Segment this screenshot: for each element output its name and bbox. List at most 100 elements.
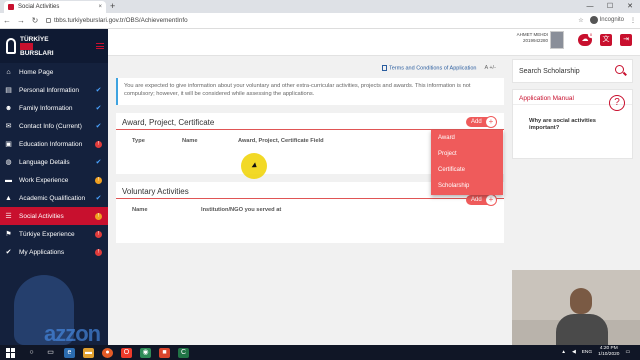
network-icon[interactable]: ▲	[561, 350, 566, 355]
reload-icon[interactable]: ↻	[28, 16, 42, 25]
completed-check-icon: ✔	[95, 194, 102, 202]
notification-badge: 0	[588, 32, 594, 38]
social-icon: ☰	[5, 213, 12, 220]
windows-taskbar: ○ ▭ e ▬ ● O ◉ ■ C ▲ ◀ ENG 4:20 PM 1/10/2…	[0, 345, 640, 360]
contact-icon: ✉	[5, 123, 12, 130]
sidebar-menu: ⌂ Home Page ▤ Personal Information ✔ ☻ Family …	[0, 63, 108, 261]
add-type-dropdown: Award Project Certificate Scholarship	[431, 130, 503, 195]
clock[interactable]: 4:20 PM 1/10/2020	[598, 346, 619, 358]
terms-link[interactable]: Terms and Conditions of Application	[382, 65, 476, 71]
sidebar: TÜRKİYE BURSLARI ⌂ Home Page ▤ Personal Inf…	[0, 29, 108, 345]
incomplete-status-icon: !	[95, 140, 102, 148]
maximize-button[interactable]: ☐	[600, 0, 620, 13]
sidebar-item-home-page[interactable]: ⌂ Home Page	[0, 63, 108, 81]
family-icon: ☻	[4, 104, 13, 112]
new-tab-button[interactable]: +	[110, 1, 115, 11]
sidebar-item-türkiye-experience[interactable]: ⚑ Türkiye Experience!	[0, 225, 108, 243]
font-size-control[interactable]: A +/-	[484, 65, 495, 71]
column-name: Name	[132, 207, 148, 213]
incomplete-status-icon: !	[95, 248, 102, 256]
windows-start-icon[interactable]	[6, 347, 16, 358]
user-info: AHMET MEHDI 2019942280	[517, 32, 548, 44]
completed-check-icon: ✔	[95, 158, 102, 166]
main-content: Terms and Conditions of Application A +/…	[108, 56, 512, 345]
url-text: tbbs.turkiyeburslari.gov.tr/OBS/Achievem…	[54, 17, 188, 24]
chrome-icon[interactable]: ◉	[140, 347, 151, 358]
incomplete-status-icon: !	[95, 230, 102, 238]
sidebar-item-academic-qualification[interactable]: ▲ Academic Qualification ✔	[0, 189, 108, 207]
logout-icon[interactable]: ⇥	[620, 34, 632, 46]
mouse-pointer-icon	[251, 162, 259, 170]
language-indicator[interactable]: ENG	[582, 350, 592, 355]
sidebar-item-my-applications[interactable]: ✔ My Applications!	[0, 243, 108, 261]
sidebar-item-work-experience[interactable]: ▬ Work Experience!	[0, 171, 108, 189]
minimize-button[interactable]: —	[580, 0, 600, 13]
sidebar-item-label: Social Activities	[19, 212, 64, 220]
logo-line1: TÜRKİYE	[20, 35, 49, 43]
plus-icon: +	[485, 194, 497, 206]
search-icon[interactable]	[615, 65, 624, 74]
sidebar-item-label: Academic Qualification	[19, 194, 86, 202]
turkey-flag-icon: ⚑	[5, 231, 12, 238]
opera-icon[interactable]: O	[121, 347, 132, 358]
sidebar-item-label: Family Information	[19, 104, 73, 112]
column-type: Type	[132, 138, 145, 144]
presenter-head	[570, 288, 592, 314]
dropdown-item-certificate[interactable]: Certificate	[431, 162, 503, 178]
sidebar-item-contact-info-current[interactable]: ✉ Contact Info (Current) ✔	[0, 117, 108, 135]
address-bar: ← → ↻ tbbs.turkiyeburslari.gov.tr/OBS/Ac…	[0, 13, 640, 29]
dropdown-item-award[interactable]: Award	[431, 130, 503, 146]
dropdown-item-project[interactable]: Project	[431, 146, 503, 162]
cloud-upload-icon[interactable]: ☁ 0	[578, 32, 594, 46]
right-panel: Search Scholarship Application Manual ? …	[512, 56, 640, 270]
logo-line2: BURSLARI	[20, 49, 54, 57]
language-icon[interactable]: 文	[600, 34, 612, 46]
incognito-indicator[interactable]: Incognito	[589, 16, 624, 24]
add-award-button[interactable]: Add +	[466, 116, 497, 128]
lock-icon	[46, 18, 51, 23]
dropdown-item-scholarship[interactable]: Scholarship	[431, 178, 503, 194]
cursor-highlight	[241, 153, 267, 179]
back-icon[interactable]: ←	[0, 16, 14, 25]
plus-icon: +	[485, 116, 497, 128]
sidebar-item-social-activities[interactable]: ☰ Social Activities!	[0, 207, 108, 225]
manual-question-link[interactable]: Why are social activities important?	[529, 118, 619, 132]
close-window-button[interactable]: ✕	[620, 0, 640, 13]
app-icon[interactable]: ■	[159, 347, 170, 358]
sidebar-item-personal-information[interactable]: ▤ Personal Information ✔	[0, 81, 108, 99]
sidebar-item-language-details[interactable]: ◍ Language Details ✔	[0, 153, 108, 171]
award-card-title: Award, Project, Certificate	[116, 113, 504, 130]
close-tab-icon[interactable]: ×	[98, 4, 102, 10]
star-icon[interactable]: ☆	[578, 17, 583, 24]
sidebar-item-education-information[interactable]: ▣ Education Information!	[0, 135, 108, 153]
url-field[interactable]: tbbs.turkiyeburslari.gov.tr/OBS/Achievem…	[46, 17, 188, 24]
task-view-icon[interactable]: ▭	[45, 348, 56, 358]
browser-tab[interactable]: Social Activities ×	[4, 1, 106, 13]
add-voluntary-button[interactable]: Add +	[466, 194, 497, 206]
browser-tab-bar: Social Activities × + — ☐ ✕	[0, 0, 640, 13]
emblem-icon	[6, 38, 16, 54]
more-menu-icon[interactable]: ⋮	[630, 17, 636, 24]
voluntary-table-header: Name Institution/NGO you served at	[116, 199, 504, 213]
shield-check-icon: ✔	[5, 249, 12, 256]
search-icon[interactable]: ○	[26, 348, 37, 358]
completed-check-icon: ✔	[95, 86, 102, 94]
home-icon: ⌂	[6, 68, 11, 76]
completed-check-icon: ✔	[95, 122, 102, 130]
hamburger-menu-icon[interactable]	[96, 43, 104, 49]
volume-icon[interactable]: ◀	[572, 350, 576, 355]
camtasia-icon[interactable]: C	[178, 347, 189, 358]
file-explorer-icon[interactable]: ▬	[83, 347, 94, 358]
edge-icon[interactable]: e	[64, 347, 75, 358]
sidebar-item-family-information[interactable]: ☻ Family Information ✔	[0, 99, 108, 117]
forward-icon[interactable]: →	[14, 16, 28, 25]
top-header: AHMET MEHDI 2019942280 ☁ 0 文 ⇥	[108, 29, 640, 56]
id-card-icon: ▤	[5, 87, 12, 94]
logo[interactable]: TÜRKİYE BURSLARI	[0, 29, 108, 63]
globe-icon: ◍	[5, 159, 12, 166]
firefox-icon[interactable]: ●	[102, 347, 113, 358]
avatar[interactable]	[550, 31, 564, 49]
search-scholarship-box[interactable]: Search Scholarship	[512, 59, 633, 83]
notification-icon[interactable]: ▭	[625, 350, 630, 355]
pending-status-icon: !	[95, 176, 102, 184]
